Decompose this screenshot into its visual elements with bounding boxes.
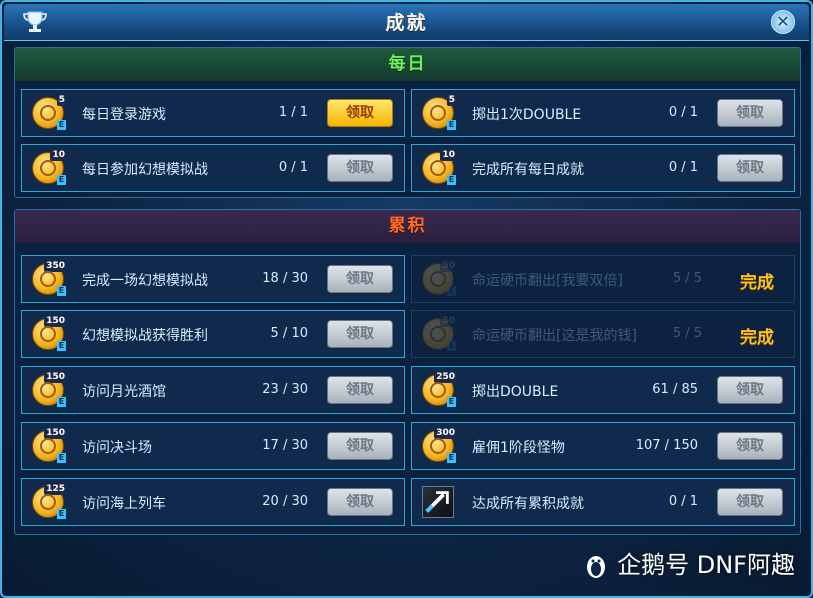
coin-icon: 10 E <box>422 150 457 185</box>
completed-label: 完成 <box>740 328 774 348</box>
achievement-name: 完成所有每日成就 <box>472 162 584 178</box>
cumulative-section: 累积 350 E 完成一场幻想模拟战 18 / 30 领取 50 E 命运硬币翻出[… <box>14 209 801 535</box>
achievement-progress: 0 / 1 <box>668 160 698 175</box>
penguin-icon <box>587 556 606 578</box>
coin-icon: 300 E <box>422 428 457 463</box>
list-item: 5E 每日登录游戏 1 / 1 领取 <box>21 89 405 137</box>
all-achievements-icon <box>422 486 454 518</box>
achievement-name: 访问海上列车 <box>82 496 166 512</box>
claim-button[interactable]: 领取 <box>327 320 393 348</box>
achievement-name: 命运硬币翻出[这是我的钱] <box>472 328 637 344</box>
claim-button[interactable]: 领取 <box>717 376 783 404</box>
achievement-progress: 23 / 30 <box>262 382 308 397</box>
list-item: 150 E 访问月光酒馆 23 / 30 领取 <box>21 366 405 414</box>
achievement-name: 掷出1次DOUBLE <box>472 107 582 123</box>
list-item: 300 E 雇佣1阶段怪物 107 / 150 领取 <box>411 422 795 470</box>
achievement-progress: 0 / 1 <box>668 105 698 120</box>
close-icon: ✕ <box>776 12 790 31</box>
list-item: 5E 掷出1次DOUBLE 0 / 1 领取 <box>411 89 795 137</box>
claim-button[interactable]: 领取 <box>327 432 393 460</box>
list-item: 150 E 访问决斗场 17 / 30 领取 <box>21 422 405 470</box>
claim-button[interactable]: 领取 <box>327 99 393 127</box>
achievement-progress: 5 / 5 <box>672 271 702 286</box>
claim-button[interactable]: 领取 <box>327 265 393 293</box>
achievement-name: 雇佣1阶段怪物 <box>472 440 565 456</box>
list-item: 150 E 幻想模拟战获得胜利 5 / 10 领取 <box>21 310 405 358</box>
claim-button[interactable]: 领取 <box>327 488 393 516</box>
daily-section: 每日 5E 每日登录游戏 1 / 1 领取 5E 掷出1次DOUBLE 0 / … <box>14 47 801 198</box>
title-bar: 成就 ✕ <box>4 4 809 41</box>
achievement-window: 成就 ✕ 每日 5E 每日登录游戏 1 / 1 领取 5E 掷出1次DOUBLE… <box>0 0 813 598</box>
achievement-progress: 1 / 1 <box>278 105 308 120</box>
list-item: 50 E 命运硬币翻出[这是我的钱] 5 / 5 完成 <box>411 310 795 358</box>
close-button[interactable]: ✕ <box>771 10 795 34</box>
achievement-progress: 20 / 30 <box>262 494 308 509</box>
achievement-name: 访问决斗场 <box>82 440 152 456</box>
achievement-name: 幻想模拟战获得胜利 <box>82 328 208 344</box>
window-title: 成就 <box>385 12 428 34</box>
achievement-name: 达成所有累积成就 <box>472 496 584 512</box>
achievement-progress: 107 / 150 <box>635 438 698 453</box>
achievement-progress: 5 / 10 <box>270 326 308 341</box>
claim-button[interactable]: 领取 <box>327 376 393 404</box>
claim-button[interactable]: 领取 <box>717 99 783 127</box>
list-item: 250 E 掷出DOUBLE 61 / 85 领取 <box>411 366 795 414</box>
achievement-name: 每日登录游戏 <box>82 107 166 123</box>
coin-icon: 5E <box>422 95 457 130</box>
achievement-progress: 18 / 30 <box>262 271 308 286</box>
coin-icon: 125 E <box>32 484 67 519</box>
claim-button[interactable]: 领取 <box>327 154 393 182</box>
list-item: 10 E 完成所有每日成就 0 / 1 领取 <box>411 144 795 192</box>
coin-icon: 150 E <box>32 372 67 407</box>
achievement-progress: 0 / 1 <box>668 494 698 509</box>
achievement-progress: 0 / 1 <box>278 160 308 175</box>
list-item: 10 E 每日参加幻想模拟战 0 / 1 领取 <box>21 144 405 192</box>
achievement-name: 命运硬币翻出[我要双倍] <box>472 273 623 289</box>
achievement-name: 每日参加幻想模拟战 <box>82 162 208 178</box>
daily-header: 每日 <box>15 48 800 81</box>
claim-button[interactable]: 领取 <box>717 432 783 460</box>
achievement-progress: 5 / 5 <box>672 326 702 341</box>
watermark-text: 企鹅号 DNF阿趣 <box>617 551 795 579</box>
list-item: 350 E 完成一场幻想模拟战 18 / 30 领取 <box>21 255 405 303</box>
coin-icon: 350 E <box>32 261 67 296</box>
achievement-name: 完成一场幻想模拟战 <box>82 273 208 289</box>
completed-label: 完成 <box>740 273 774 293</box>
achievement-name: 掷出DOUBLE <box>472 384 559 400</box>
claim-button[interactable]: 领取 <box>717 488 783 516</box>
coin-icon: 250 E <box>422 372 457 407</box>
cumulative-header: 累积 <box>15 210 800 243</box>
coin-icon: 50 E <box>422 316 457 351</box>
list-item: 达成所有累积成就 0 / 1 领取 <box>411 478 795 526</box>
achievement-progress: 61 / 85 <box>652 382 698 397</box>
coin-icon: 150 E <box>32 316 67 351</box>
coin-icon: 50 E <box>422 261 457 296</box>
coin-icon: 5E <box>32 95 67 130</box>
coin-icon: 10 E <box>32 150 67 185</box>
list-item: 125 E 访问海上列车 20 / 30 领取 <box>21 478 405 526</box>
claim-button[interactable]: 领取 <box>717 154 783 182</box>
achievement-name: 访问月光酒馆 <box>82 384 166 400</box>
watermark: 企鹅号 DNF阿趣 <box>583 545 795 580</box>
achievement-progress: 17 / 30 <box>262 438 308 453</box>
list-item: 50 E 命运硬币翻出[我要双倍] 5 / 5 完成 <box>411 255 795 303</box>
coin-icon: 150 E <box>32 428 67 463</box>
